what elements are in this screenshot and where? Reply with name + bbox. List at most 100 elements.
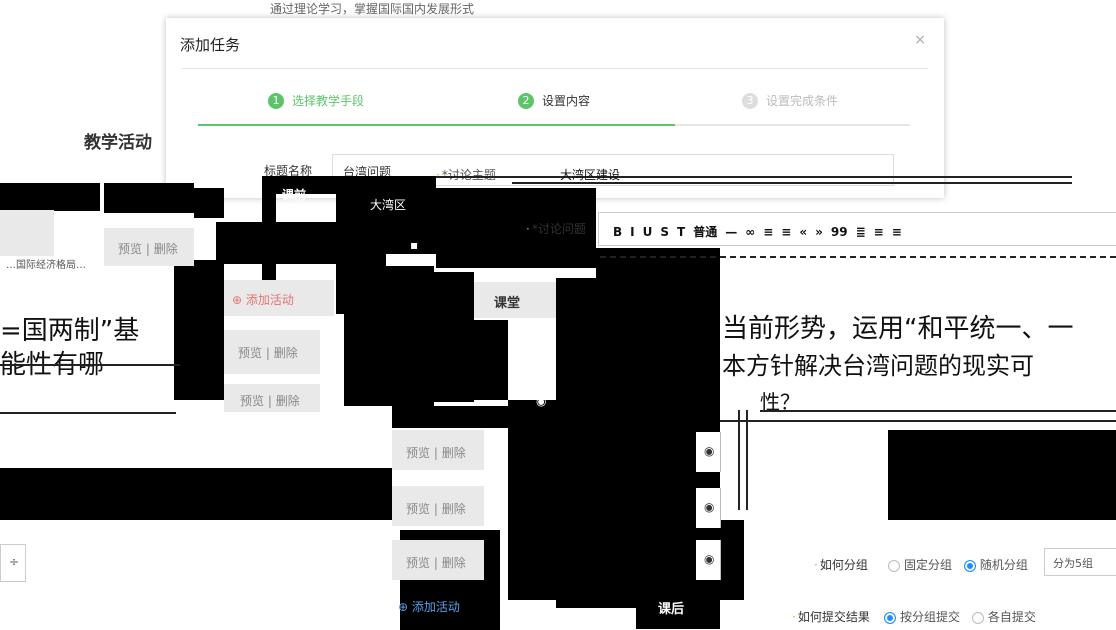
radio-fixed[interactable] xyxy=(888,559,900,572)
add-activity-link[interactable]: ⊕ 添加活动 xyxy=(232,291,294,308)
artifact xyxy=(392,406,508,428)
add-activity-link[interactable]: ⊕ 添加活动 xyxy=(398,598,460,615)
toolbar-button[interactable]: ≣ xyxy=(852,225,870,239)
radio-random[interactable] xyxy=(963,559,976,572)
artifact xyxy=(104,183,194,213)
row-actions[interactable]: 预览 | 删除 xyxy=(406,500,466,517)
divider xyxy=(600,256,1116,258)
divider xyxy=(512,182,1072,184)
submit-options: 按分组提交 各自提交 xyxy=(876,608,1036,625)
step-progress xyxy=(198,124,910,126)
step-label: 设置完成条件 xyxy=(766,94,839,108)
editor-text-line-2: 本方针解决台湾问题的现实可 xyxy=(722,352,1034,380)
divider xyxy=(182,68,928,69)
toolbar-button[interactable]: I xyxy=(626,225,638,239)
toolbar-button[interactable]: ≡ xyxy=(888,225,906,239)
toolbar-button[interactable]: — xyxy=(721,225,741,239)
divider xyxy=(0,412,176,414)
file-icon: ▪ xyxy=(538,344,547,358)
row-handle: ◉ xyxy=(696,540,721,580)
add-task-dialog: 添加任务 × 1 选择教学手段 2 设置内容 3 设置完成条件 标题名称 台湾问… xyxy=(166,18,944,198)
step-number: 3 xyxy=(742,92,758,109)
divider xyxy=(436,176,1072,178)
divider xyxy=(760,410,1116,412)
step-label: 选择教学手段 xyxy=(292,94,365,108)
list-item: 预览 | 删除 xyxy=(392,540,484,580)
list-item: 预览 | 删除 xyxy=(224,384,320,412)
divider xyxy=(738,410,740,510)
step-progress-fill xyxy=(198,124,676,126)
artifact xyxy=(636,278,720,578)
file-name: 大湾区 xyxy=(370,198,407,212)
row-handle: ◉ xyxy=(696,432,721,472)
toolbar-button[interactable]: ∞ xyxy=(741,225,759,239)
artifact xyxy=(174,260,224,400)
breadcrumb: …国际经济格局… xyxy=(6,260,86,271)
list-item: 预览 | 删除 xyxy=(392,430,484,470)
editor-toolbar: B I U S T 普通 — ∞ ≡ ≡ «» 99 ≣ ≡ ≡ xyxy=(598,212,1116,246)
toolbar-button[interactable]: 99 xyxy=(827,225,852,239)
file-icon: ▪ xyxy=(410,238,419,252)
editor-label: · *讨论问题 xyxy=(526,222,586,236)
group-options: 固定分组 随机分组 xyxy=(880,556,1028,573)
toolbar-button[interactable]: B xyxy=(609,225,626,239)
row-actions[interactable]: 预览 | 删除 xyxy=(118,240,178,257)
add-activity-box[interactable]: ⊕ 添加活动 xyxy=(224,280,334,316)
editor-text-line-3: 性？ xyxy=(760,390,800,414)
artifact xyxy=(434,272,474,402)
step-2[interactable]: 2 设置内容 xyxy=(518,92,590,109)
radio-individual-submit[interactable] xyxy=(971,611,984,624)
artifact xyxy=(556,278,636,608)
artifact xyxy=(474,320,508,400)
artifact xyxy=(0,468,392,520)
artifact xyxy=(508,400,556,600)
topic-label: · *讨论主题 xyxy=(436,168,496,182)
group-setting: · 如何分组 xyxy=(814,558,868,572)
artifact xyxy=(720,520,744,600)
artifact xyxy=(888,430,1116,520)
left-big-text-1: =国两制”基 xyxy=(0,316,140,346)
radio-group-submit[interactable] xyxy=(884,611,896,624)
close-icon[interactable]: × xyxy=(914,32,926,48)
step-number: 2 xyxy=(518,92,534,109)
tab-after-class[interactable]: 课后 xyxy=(658,598,684,617)
row-handle: ◉ xyxy=(696,488,721,528)
artifact xyxy=(194,188,224,218)
toolbar-button[interactable]: ≡ xyxy=(759,225,777,239)
toolbar-button[interactable]: « xyxy=(795,225,811,239)
row-actions[interactable]: 预览 | 删除 xyxy=(240,392,300,409)
row-actions[interactable]: 预览 | 删除 xyxy=(406,554,466,571)
toolbar-button[interactable]: U xyxy=(639,225,657,239)
select-fragment[interactable]: ÷ xyxy=(0,544,26,582)
artifact xyxy=(0,183,100,211)
toolbar-button[interactable]: T xyxy=(673,225,689,239)
divider xyxy=(720,420,1116,422)
submit-setting: · 如何提交结果 xyxy=(792,610,870,624)
editor-text-line-1: 当前形势，运用“和平统一、一 xyxy=(722,314,1074,344)
toolbar-button[interactable]: » xyxy=(811,225,827,239)
toolbar-button[interactable]: ≡ xyxy=(870,225,888,239)
top-hint: 通过理论学习，掌握国际国内发展形式 xyxy=(270,2,475,16)
toolbar-button[interactable]: S xyxy=(656,225,673,239)
row-actions[interactable]: 预览 | 删除 xyxy=(406,444,466,461)
row-actions[interactable]: 预览 | 删除 xyxy=(238,344,298,361)
tab-classroom[interactable]: 课堂 xyxy=(474,282,556,318)
list-item: 预览 | 删除 xyxy=(392,486,484,526)
section-title: 教学活动 xyxy=(84,133,152,153)
artifact xyxy=(216,222,336,264)
group-count-input[interactable]: 分为5组 xyxy=(1044,548,1116,576)
list-item: 预览 | 删除 xyxy=(224,330,320,374)
step-number: 1 xyxy=(268,92,284,109)
artifact xyxy=(596,248,720,278)
topic-value: 大湾区建设 xyxy=(560,168,621,182)
circle-icon: ◉ xyxy=(536,394,547,408)
divider xyxy=(746,410,748,510)
step-1[interactable]: 1 选择教学手段 xyxy=(268,92,364,109)
dialog-title: 添加任务 xyxy=(180,36,241,54)
toolbar-button[interactable]: ≡ xyxy=(777,225,795,239)
divider xyxy=(0,364,180,366)
artifact xyxy=(344,266,434,406)
toolbar-button[interactable]: 普通 xyxy=(689,223,721,240)
step-label: 设置内容 xyxy=(542,94,591,108)
step-3[interactable]: 3 设置完成条件 xyxy=(742,92,838,109)
